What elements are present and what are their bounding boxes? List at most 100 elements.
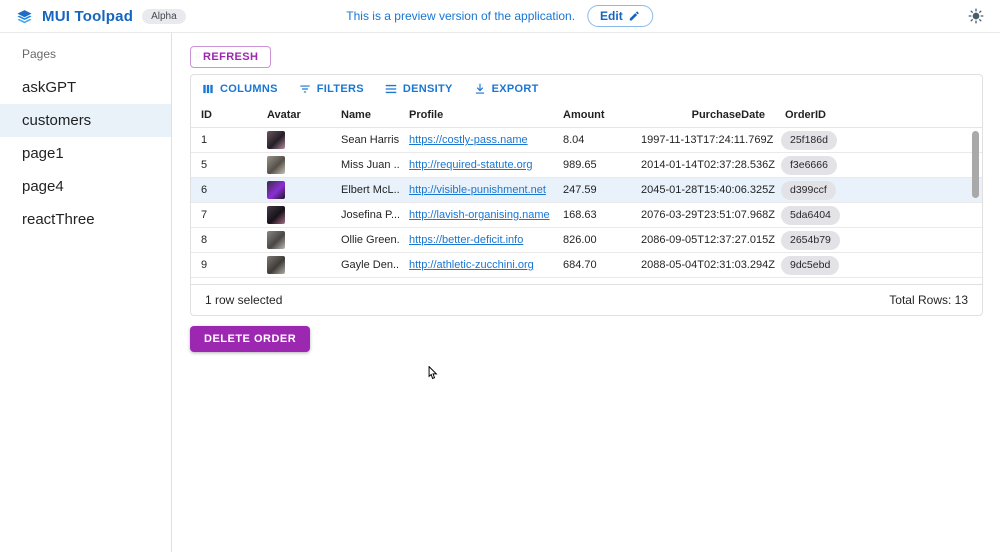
grid-toolbar-density-button[interactable]: DENSITY xyxy=(384,82,453,96)
cell-amount: 8.04 xyxy=(553,134,641,146)
avatar xyxy=(267,231,285,249)
grid-toolbar-columns-button[interactable]: COLUMNS xyxy=(201,82,278,96)
cell-avatar xyxy=(257,156,331,174)
grid-toolbar-filters-button[interactable]: FILTERS xyxy=(298,82,364,96)
filter-icon xyxy=(298,82,312,96)
selection-count: 1 row selected xyxy=(205,293,282,307)
cell-profile: https://better-deficit.info xyxy=(399,234,553,246)
grid-toolbar-button-label: COLUMNS xyxy=(220,83,278,95)
cell-order-id: 9dc5ebd xyxy=(775,256,982,275)
sidebar-item-reactThree[interactable]: reactThree xyxy=(0,203,171,236)
avatar xyxy=(267,131,285,149)
cell-name: Sean Harris xyxy=(331,134,399,146)
edit-button[interactable]: Edit xyxy=(587,5,654,27)
cell-profile: http://visible-punishment.net xyxy=(399,184,553,196)
delete-order-button[interactable]: DELETE ORDER xyxy=(190,326,310,352)
cell-order-id: d399ccf xyxy=(775,181,982,200)
grid-toolbar-button-label: DENSITY xyxy=(403,83,453,95)
sidebar-item-page1[interactable]: page1 xyxy=(0,137,171,170)
vertical-scrollbar-thumb[interactable] xyxy=(972,131,979,198)
cell-profile: http://athletic-zucchini.org xyxy=(399,259,553,271)
column-header-name[interactable]: Name xyxy=(331,109,399,121)
cell-id: 6 xyxy=(191,184,257,196)
cell-id: 1 xyxy=(191,134,257,146)
cell-name: Miss Juan ... xyxy=(331,159,399,171)
profile-link[interactable]: http://required-statute.org xyxy=(409,159,533,171)
cell-order-id: 5da6404 xyxy=(775,206,982,225)
refresh-button[interactable]: REFRESH xyxy=(190,46,271,68)
column-header-orderid[interactable]: OrderID xyxy=(775,109,982,121)
toolpad-logo-icon xyxy=(16,8,33,25)
column-header-avatar[interactable]: Avatar xyxy=(257,109,331,121)
sidebar-caption: Pages xyxy=(0,39,171,71)
cell-order-id: f3e6666 xyxy=(775,156,982,175)
cell-name: Elbert McL... xyxy=(331,184,399,196)
cell-profile: http://required-statute.org xyxy=(399,159,553,171)
cell-purchase-date: 2045-01-28T15:40:06.325Z xyxy=(641,184,775,196)
main-content: REFRESH COLUMNS FILTERS DENSITY EXPORT IDAv… xyxy=(172,33,1000,552)
theme-toggle-button[interactable] xyxy=(968,8,984,24)
export-icon xyxy=(473,82,487,96)
grid-footer: 1 row selected Total Rows: 13 xyxy=(191,284,982,315)
cell-avatar xyxy=(257,131,331,149)
alpha-badge: Alpha xyxy=(142,9,186,24)
sun-icon xyxy=(968,8,984,24)
column-header-purchasedate[interactable]: PurchaseDate xyxy=(641,109,775,121)
order-id-chip: 2654b79 xyxy=(781,231,840,250)
cell-amount: 989.65 xyxy=(553,159,641,171)
preview-banner-text: This is a preview version of the applica… xyxy=(346,9,575,23)
avatar xyxy=(267,256,285,274)
table-row[interactable]: 7Josefina P...http://lavish-organising.n… xyxy=(191,203,982,228)
cell-purchase-date: 2088-05-04T02:31:03.294Z xyxy=(641,259,775,271)
grid-toolbar-button-label: FILTERS xyxy=(317,83,364,95)
profile-link[interactable]: http://visible-punishment.net xyxy=(409,184,546,196)
table-row[interactable]: 6 Elbert McL... http://visible-punishment.… xyxy=(191,178,982,203)
column-header-amount[interactable]: Amount xyxy=(553,109,641,121)
sidebar-item-page4[interactable]: page4 xyxy=(0,170,171,203)
table-row[interactable]: 8Ollie Green...https://better-deficit.in… xyxy=(191,228,982,253)
edit-button-label: Edit xyxy=(600,9,623,23)
avatar xyxy=(267,181,285,199)
cell-amount: 247.59 xyxy=(553,184,641,196)
grid-toolbar-export-button[interactable]: EXPORT xyxy=(473,82,539,96)
grid-toolbar: COLUMNS FILTERS DENSITY EXPORT xyxy=(191,75,982,102)
total-rows: Total Rows: 13 xyxy=(889,293,968,307)
pencil-icon xyxy=(629,10,641,22)
profile-link[interactable]: http://athletic-zucchini.org xyxy=(409,259,534,271)
table-row[interactable]: 1 Sean Harris https://costly-pass.name 8.04… xyxy=(191,128,982,153)
cell-purchase-date: 2076-03-29T23:51:07.968Z xyxy=(641,209,775,221)
column-header-profile[interactable]: Profile xyxy=(399,109,553,121)
cell-id: 9 xyxy=(191,259,257,271)
cell-profile: http://lavish-organising.name xyxy=(399,209,553,221)
cell-avatar xyxy=(257,231,331,249)
table-row[interactable]: 9 Gayle Den... http://athletic-zucchini.or… xyxy=(191,253,982,278)
topbar: MUI Toolpad Alpha This is a preview vers… xyxy=(0,0,1000,33)
sidebar-nav: askGPTcustomerspage1page4reactThree xyxy=(0,71,171,236)
cell-id: 5 xyxy=(191,159,257,171)
columns-icon xyxy=(201,82,215,96)
app-title: MUI Toolpad xyxy=(42,8,133,25)
table-row[interactable]: 5 Miss Juan ... http://required-statute.or… xyxy=(191,153,982,178)
sidebar-item-customers[interactable]: customers xyxy=(0,104,171,137)
sidebar-item-askGPT[interactable]: askGPT xyxy=(0,71,171,104)
cell-name: Josefina P... xyxy=(331,209,399,221)
profile-link[interactable]: https://costly-pass.name xyxy=(409,134,528,146)
cell-purchase-date: 2014-01-14T02:37:28.536Z xyxy=(641,159,775,171)
cell-avatar xyxy=(257,256,331,274)
cell-purchase-date: 1997-11-13T17:24:11.769Z xyxy=(641,134,775,146)
cell-order-id: 25f186d xyxy=(775,131,982,150)
cell-name: Gayle Den... xyxy=(331,259,399,271)
profile-link[interactable]: http://lavish-organising.name xyxy=(409,209,550,221)
topbar-branding: MUI Toolpad Alpha xyxy=(16,8,186,25)
order-id-chip: 9dc5ebd xyxy=(781,256,839,275)
column-header-id[interactable]: ID xyxy=(191,109,257,121)
order-id-chip: 25f186d xyxy=(781,131,837,150)
cell-amount: 826.00 xyxy=(553,234,641,246)
profile-link[interactable]: https://better-deficit.info xyxy=(409,234,523,246)
density-icon xyxy=(384,82,398,96)
cell-id: 8 xyxy=(191,234,257,246)
mouse-cursor xyxy=(424,366,439,388)
avatar xyxy=(267,156,285,174)
grid-header-row: IDAvatarNameProfileAmountPurchaseDateOrd… xyxy=(191,102,982,128)
order-id-chip: f3e6666 xyxy=(781,156,837,175)
